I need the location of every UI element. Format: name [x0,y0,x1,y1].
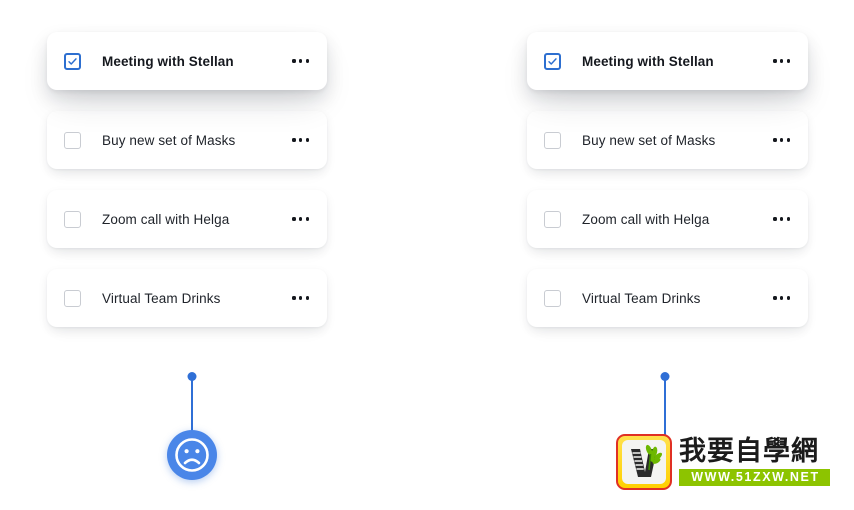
ellipsis-dot [305,138,309,142]
task-list-right: Meeting with Stellan Buy new set of Mask… [527,32,808,348]
task-label: Meeting with Stellan [102,53,234,69]
ellipsis-dot [780,59,784,63]
task-checkbox[interactable] [544,131,561,149]
task-card[interactable]: Virtual Team Drinks [527,269,808,327]
task-checkbox[interactable] [64,131,81,149]
task-label: Virtual Team Drinks [582,290,701,306]
ellipsis-dot [773,217,777,221]
task-card[interactable]: Zoom call with Helga [527,190,808,248]
task-label: Meeting with Stellan [582,53,714,69]
ellipsis-dot [292,138,296,142]
ellipsis-dot [773,138,777,142]
task-more-button[interactable] [771,290,792,305]
ellipsis-dot [292,59,296,63]
ellipsis-dot [786,217,790,221]
task-more-button[interactable] [771,53,792,68]
screenshot-stage: Meeting with Stellan Buy new set of Mask… [0,0,854,510]
ellipsis-dot [780,296,784,300]
ellipsis-dot [299,296,303,300]
task-checkbox[interactable] [544,52,561,70]
ellipsis-dot [305,217,309,221]
watermark-logo: 我要自學網 WWW.51ZXW.NET [616,434,830,490]
task-more-button[interactable] [290,211,311,226]
task-card[interactable]: Buy new set of Masks [527,111,808,169]
ellipsis-dot [773,296,777,300]
task-more-button[interactable] [290,53,311,68]
ellipsis-dot [786,296,790,300]
cursor-pin-left [167,372,217,482]
sad-face-emoji-icon[interactable] [167,430,217,480]
watermark-url: WWW.51ZXW.NET [679,469,830,486]
task-checkbox[interactable] [64,210,81,228]
task-checkbox[interactable] [64,289,81,307]
ladder-plant-v-logo-icon [631,444,663,477]
ellipsis-dot [780,138,784,142]
task-list-left: Meeting with Stellan Buy new set of Mask… [47,32,327,348]
task-card[interactable]: Virtual Team Drinks [47,269,327,327]
task-more-button[interactable] [290,132,311,147]
task-checkbox[interactable] [544,210,561,228]
task-checkbox[interactable] [544,289,561,307]
ellipsis-dot [299,217,303,221]
sad-face-glyph [175,438,209,472]
task-card[interactable]: Buy new set of Masks [47,111,327,169]
ellipsis-dot [305,296,309,300]
task-label: Buy new set of Masks [582,132,716,148]
ellipsis-dot [292,296,296,300]
task-label: Buy new set of Masks [102,132,236,148]
ellipsis-dot [786,59,790,63]
ellipsis-dot [299,138,303,142]
ellipsis-dot [292,217,296,221]
watermark-title: 我要自學網 [679,436,819,467]
ellipsis-dot [786,138,790,142]
watermark-text: 我要自學網 WWW.51ZXW.NET [672,434,830,490]
check-mark-icon [548,57,557,65]
ellipsis-dot [299,59,303,63]
watermark-badge [616,434,672,490]
task-more-button[interactable] [771,211,792,226]
watermark-badge-inner [622,440,666,484]
task-card[interactable]: Meeting with Stellan [527,32,808,90]
task-more-button[interactable] [290,290,311,305]
check-mark-icon [68,57,77,65]
task-label: Zoom call with Helga [102,211,230,227]
task-card[interactable]: Zoom call with Helga [47,190,327,248]
ellipsis-dot [780,217,784,221]
task-card[interactable]: Meeting with Stellan [47,32,327,90]
task-checkbox[interactable] [64,52,81,70]
task-label: Virtual Team Drinks [102,290,221,306]
task-more-button[interactable] [771,132,792,147]
ellipsis-dot [773,59,777,63]
ellipsis-dot [305,59,309,63]
task-label: Zoom call with Helga [582,211,710,227]
